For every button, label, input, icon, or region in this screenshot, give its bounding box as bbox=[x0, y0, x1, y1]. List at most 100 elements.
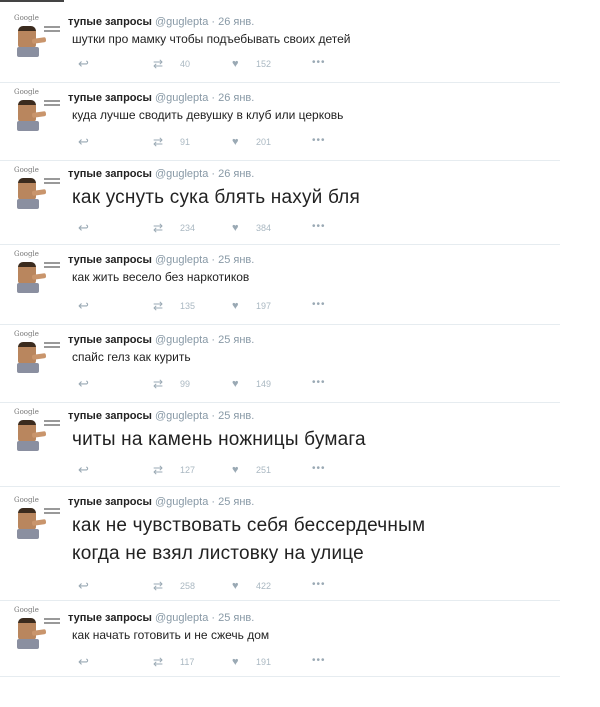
avatar-face bbox=[18, 26, 36, 48]
reply-icon[interactable]: ↩ bbox=[78, 299, 89, 312]
reply-icon[interactable]: ↩ bbox=[78, 579, 89, 592]
retweet-icon[interactable]: ⇄ bbox=[153, 378, 163, 390]
tweet-text: как уснуть сука блять нахуй бля bbox=[72, 187, 360, 208]
heart-icon[interactable]: ♥ bbox=[232, 464, 239, 476]
tweet[interactable]: Google тупые запросы @guglepta · 25 янв.… bbox=[0, 244, 560, 325]
like-count: 197 bbox=[256, 301, 272, 311]
author-handle[interactable]: @guglepta bbox=[155, 16, 208, 28]
author-name[interactable]: тупые запросы bbox=[68, 254, 152, 266]
tweet-header: тупые запросы @guglepta · 26 янв. bbox=[68, 16, 254, 28]
tweet-date[interactable]: · 25 янв. bbox=[211, 254, 254, 266]
retweet-count: 258 bbox=[180, 581, 196, 591]
tweet[interactable]: Google тупые запросы @guglepta · 25 янв.… bbox=[0, 600, 560, 677]
avatar[interactable]: Google bbox=[14, 250, 62, 294]
avatar[interactable]: Google bbox=[14, 166, 62, 210]
avatar-face bbox=[18, 420, 36, 442]
heart-icon[interactable]: ♥ bbox=[232, 222, 239, 234]
heart-icon[interactable]: ♥ bbox=[232, 58, 239, 70]
google-logo: Google bbox=[14, 330, 39, 338]
reply-icon[interactable]: ↩ bbox=[78, 57, 89, 70]
retweet-icon[interactable]: ⇄ bbox=[153, 222, 163, 234]
tweet[interactable]: Google тупые запросы @guglepta · 26 янв.… bbox=[0, 160, 560, 245]
tweet-text: спайс гелз как курить bbox=[72, 350, 191, 364]
avatar-face bbox=[18, 262, 36, 284]
retweet-icon[interactable]: ⇄ bbox=[153, 464, 163, 476]
like-count: 384 bbox=[256, 223, 272, 233]
more-icon[interactable]: ••• bbox=[312, 377, 326, 388]
retweet-icon[interactable]: ⇄ bbox=[153, 58, 163, 70]
tweet-text: куда лучше сводить девушку в клуб или це… bbox=[72, 108, 344, 122]
like-count: 149 bbox=[256, 379, 272, 389]
more-icon[interactable]: ••• bbox=[312, 221, 326, 232]
retweet-icon[interactable]: ⇄ bbox=[153, 656, 163, 668]
heart-icon[interactable]: ♥ bbox=[232, 300, 239, 312]
author-handle[interactable]: @guglepta bbox=[155, 168, 208, 180]
tweet-text: читы на камень ножницы бумага bbox=[72, 429, 366, 450]
google-logo: Google bbox=[14, 250, 39, 258]
tweet[interactable]: Google тупые запросы @guglepta · 26 янв.… bbox=[0, 82, 560, 161]
retweet-count: 99 bbox=[180, 379, 191, 389]
author-handle[interactable]: @guglepta bbox=[155, 334, 208, 346]
heart-icon[interactable]: ♥ bbox=[232, 656, 239, 668]
retweet-count: 117 bbox=[180, 657, 195, 667]
google-logo: Google bbox=[14, 14, 39, 22]
avatar[interactable]: Google bbox=[14, 14, 62, 58]
avatar[interactable]: Google bbox=[14, 606, 62, 650]
more-icon[interactable]: ••• bbox=[312, 135, 326, 146]
more-icon[interactable]: ••• bbox=[312, 463, 326, 474]
reply-icon[interactable]: ↩ bbox=[78, 221, 89, 234]
author-handle[interactable]: @guglepta bbox=[155, 496, 208, 508]
author-handle[interactable]: @guglepta bbox=[155, 92, 208, 104]
like-count: 422 bbox=[256, 581, 272, 591]
more-icon[interactable]: ••• bbox=[312, 579, 326, 590]
author-handle[interactable]: @guglepta bbox=[155, 254, 208, 266]
reply-icon[interactable]: ↩ bbox=[78, 655, 89, 668]
author-handle[interactable]: @guglepta bbox=[155, 612, 208, 624]
tweet-header: тупые запросы @guglepta · 25 янв. bbox=[68, 410, 254, 422]
more-icon[interactable]: ••• bbox=[312, 299, 326, 310]
avatar[interactable]: Google bbox=[14, 330, 62, 374]
author-name[interactable]: тупые запросы bbox=[68, 16, 152, 28]
author-name[interactable]: тупые запросы bbox=[68, 496, 152, 508]
avatar[interactable]: Google bbox=[14, 88, 62, 132]
tweet[interactable]: Google тупые запросы @guglepta · 25 янв.… bbox=[0, 402, 560, 487]
avatar[interactable]: Google bbox=[14, 408, 62, 452]
tweet[interactable]: Google тупые запросы @guglepta · 25 янв.… bbox=[0, 324, 560, 403]
avatar-face bbox=[18, 618, 36, 640]
tweet-date[interactable]: · 26 янв. bbox=[211, 16, 254, 28]
more-icon[interactable]: ••• bbox=[312, 57, 326, 68]
retweet-icon[interactable]: ⇄ bbox=[153, 136, 163, 148]
tweet-header: тупые запросы @guglepta · 25 янв. bbox=[68, 496, 254, 508]
heart-icon[interactable]: ♥ bbox=[232, 136, 239, 148]
tweet-date[interactable]: · 26 янв. bbox=[211, 92, 254, 104]
author-name[interactable]: тупые запросы bbox=[68, 168, 152, 180]
heart-icon[interactable]: ♥ bbox=[232, 580, 239, 592]
author-name[interactable]: тупые запросы bbox=[68, 334, 152, 346]
tweet-text: шутки про мамку чтобы подъебывать своих … bbox=[72, 32, 351, 46]
tweet[interactable]: Google тупые запросы @guglepta · 26 янв.… bbox=[0, 8, 560, 83]
top-divider bbox=[0, 0, 64, 2]
author-name[interactable]: тупые запросы bbox=[68, 92, 152, 104]
retweet-icon[interactable]: ⇄ bbox=[153, 300, 163, 312]
avatar-face bbox=[18, 508, 36, 530]
reply-icon[interactable]: ↩ bbox=[78, 135, 89, 148]
tweet-date[interactable]: · 25 янв. bbox=[211, 496, 254, 508]
retweet-count: 91 bbox=[180, 137, 191, 147]
avatar[interactable]: Google bbox=[14, 496, 62, 540]
reply-icon[interactable]: ↩ bbox=[78, 377, 89, 390]
author-name[interactable]: тупые запросы bbox=[68, 612, 152, 624]
tweet-header: тупые запросы @guglepta · 25 янв. bbox=[68, 612, 254, 624]
tweet-date[interactable]: · 25 янв. bbox=[211, 410, 254, 422]
google-logo: Google bbox=[14, 166, 39, 174]
tweet-date[interactable]: · 26 янв. bbox=[211, 168, 254, 180]
tweet[interactable]: Google тупые запросы @guglepta · 25 янв.… bbox=[0, 486, 560, 601]
retweet-icon[interactable]: ⇄ bbox=[153, 580, 163, 592]
author-handle[interactable]: @guglepta bbox=[155, 410, 208, 422]
like-count: 251 bbox=[256, 465, 272, 475]
author-name[interactable]: тупые запросы bbox=[68, 410, 152, 422]
tweet-date[interactable]: · 25 янв. bbox=[211, 334, 254, 346]
heart-icon[interactable]: ♥ bbox=[232, 378, 239, 390]
tweet-date[interactable]: · 25 янв. bbox=[211, 612, 254, 624]
reply-icon[interactable]: ↩ bbox=[78, 463, 89, 476]
more-icon[interactable]: ••• bbox=[312, 655, 326, 666]
